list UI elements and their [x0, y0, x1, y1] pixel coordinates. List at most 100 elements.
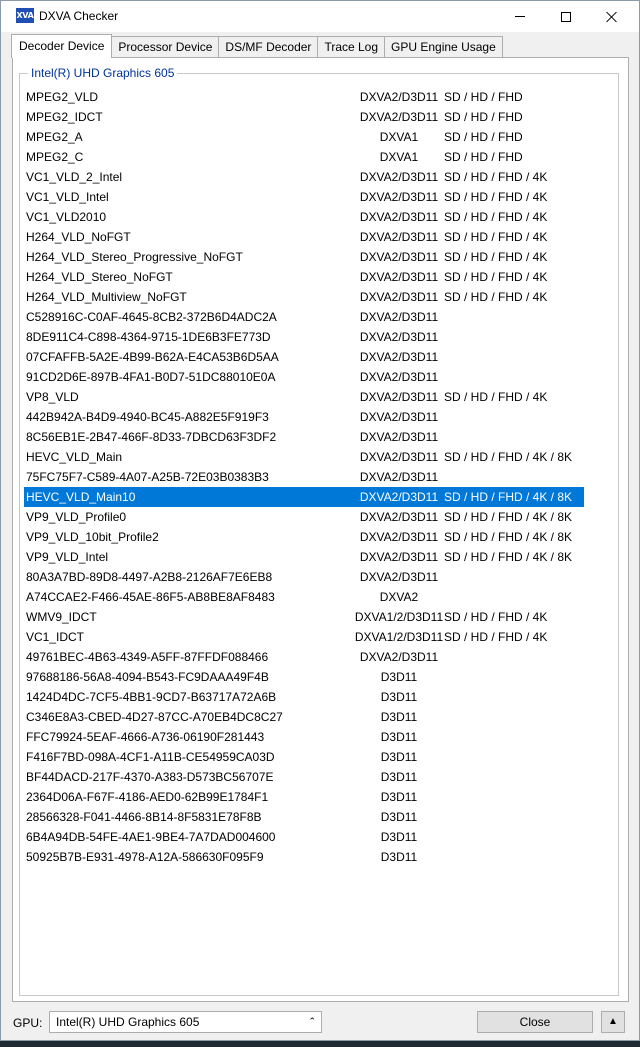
decoder-row[interactable]: 6B4A94DB-54FE-4AE1-9BE4-7A7DAD004600 D3D1… [24, 827, 584, 847]
decoder-row[interactable]: 91CD2D6E-897B-4FA1-B0D7-51DC88010E0A DXVA… [24, 367, 584, 387]
decoder-resolution: SD / HD / FHD / 4K [444, 170, 548, 184]
decoder-api: DXVA2/D3D11 [359, 510, 439, 524]
decoder-api: DXVA2/D3D11 [359, 210, 439, 224]
decoder-resolution: SD / HD / FHD [444, 110, 523, 124]
decoder-row[interactable]: F416F7BD-098A-4CF1-A11B-CE54959CA03D D3D1… [24, 747, 584, 767]
decoder-api: DXVA1 [379, 130, 419, 144]
decoder-api: DXVA2/D3D11 [359, 350, 439, 364]
decoder-name: 50925B7B-E931-4978-A12A-586630F095F9 [26, 850, 264, 864]
decoder-name: C346E8A3-CBED-4D27-87CC-A70EB4DC8C27 [26, 710, 283, 724]
chevron-up-icon: ⌃ [308, 1016, 316, 1026]
decoder-row[interactable]: H264_VLD_Stereo_NoFGT DXVA2/D3D11 SD / HD … [24, 267, 584, 287]
decoder-row[interactable]: VC1_VLD2010 DXVA2/D3D11 SD / HD / FHD / 4K [24, 207, 584, 227]
decoder-row[interactable]: MPEG2_IDCT DXVA2/D3D11 SD / HD / FHD [24, 107, 584, 127]
decoder-row[interactable]: MPEG2_C DXVA1 SD / HD / FHD [24, 147, 584, 167]
decoder-resolution: SD / HD / FHD / 4K / 8K [444, 550, 573, 564]
close-window-button[interactable] [589, 1, 635, 32]
decoder-resolution: SD / HD / FHD / 4K / 8K [444, 490, 573, 504]
decoder-row[interactable]: C528916C-C0AF-4645-8CB2-372B6D4ADC2A DXVA… [24, 307, 584, 327]
decoder-name: HEVC_VLD_Main10 [26, 490, 136, 504]
decoder-name: H264_VLD_Multiview_NoFGT [26, 290, 187, 304]
close-button[interactable]: Close [477, 1011, 593, 1033]
decoder-row[interactable]: 8DE911C4-C898-4364-9715-1DE6B3FE773D DXVA… [24, 327, 584, 347]
decoder-row[interactable]: MPEG2_VLD DXVA2/D3D11 SD / HD / FHD [24, 87, 584, 107]
decoder-resolution: SD / HD / FHD / 4K [444, 630, 548, 644]
decoder-resolution: SD / HD / FHD / 4K / 8K [444, 450, 573, 464]
decoder-row[interactable]: 50925B7B-E931-4978-A12A-586630F095F9 D3D1… [24, 847, 584, 867]
decoder-row[interactable]: 80A3A7BD-89D8-4497-A2B8-2126AF7E6EB8 DXVA… [24, 567, 584, 587]
decoder-resolution: SD / HD / FHD / 4K [444, 190, 548, 204]
tab-gpu-engine-usage[interactable]: GPU Engine Usage [384, 36, 503, 58]
decoder-api: D3D11 [380, 850, 418, 864]
decoder-list[interactable]: MPEG2_VLD DXVA2/D3D11 SD / HD / FHD MPEG2_I… [24, 87, 584, 867]
decoder-api: DXVA2/D3D11 [359, 90, 439, 104]
decoder-row[interactable]: H264_VLD_NoFGT DXVA2/D3D11 SD / HD / FHD /… [24, 227, 584, 247]
decoder-name: 2364D06A-F67F-4186-AED0-62B99E1784F1 [26, 790, 269, 804]
decoder-row[interactable]: VP9_VLD_Intel DXVA2/D3D11 SD / HD / FHD / … [24, 547, 584, 567]
decoder-row[interactable]: VC1_VLD_2_Intel DXVA2/D3D11 SD / HD / FHD … [24, 167, 584, 187]
decoder-name: VP9_VLD_Intel [26, 550, 109, 564]
decoder-row[interactable]: H264_VLD_Multiview_NoFGT DXVA2/D3D11 SD / … [24, 287, 584, 307]
maximize-button[interactable] [543, 1, 589, 32]
decoder-name: VC1_VLD_Intel [26, 190, 109, 204]
decoder-name: H264_VLD_NoFGT [26, 230, 131, 244]
decoder-api: DXVA2/D3D11 [359, 330, 439, 344]
decoder-api: DXVA2/D3D11 [359, 490, 439, 504]
dxva-app-icon: XVA [16, 8, 34, 23]
decoder-resolution: SD / HD / FHD / 4K [444, 610, 548, 624]
decoder-api: DXVA2/D3D11 [359, 250, 439, 264]
tab-processor-device[interactable]: Processor Device [111, 36, 220, 58]
decoder-api: D3D11 [380, 810, 418, 824]
decoder-name: 28566328-F041-4466-8B14-8F5831E78F8B [26, 810, 262, 824]
decoder-row[interactable]: VC1_VLD_Intel DXVA2/D3D11 SD / HD / FHD / … [24, 187, 584, 207]
decoder-name: MPEG2_C [26, 150, 84, 164]
decoder-api: D3D11 [380, 770, 418, 784]
decoder-api: DXVA2/D3D11 [359, 290, 439, 304]
decoder-row[interactable]: 75FC75F7-C589-4A07-A25B-72E03B0383B3 DXVA… [24, 467, 584, 487]
decoder-row[interactable]: FFC79924-5EAF-4666-A736-06190F281443 D3D1… [24, 727, 584, 747]
decoder-name: 6B4A94DB-54FE-4AE1-9BE4-7A7DAD004600 [26, 830, 276, 844]
decoder-row[interactable]: HEVC_VLD_Main DXVA2/D3D11 SD / HD / FHD / … [24, 447, 584, 467]
decoder-row[interactable]: 8C56EB1E-2B47-466F-8D33-7DBCD63F3DF2 DXVA… [24, 427, 584, 447]
tab-trace-log[interactable]: Trace Log [317, 36, 386, 58]
decoder-row[interactable]: 442B942A-B4D9-4940-BC45-A882E5F919F3 DXVA… [24, 407, 584, 427]
decoder-row[interactable]: H264_VLD_Stereo_Progressive_NoFGT DXVA2/D… [24, 247, 584, 267]
decoder-row[interactable]: 2364D06A-F67F-4186-AED0-62B99E1784F1 D3D1… [24, 787, 584, 807]
decoder-row[interactable]: 28566328-F041-4466-8B14-8F5831E78F8B D3D1… [24, 807, 584, 827]
decoder-row[interactable]: 1424D4DC-7CF5-4BB1-9CD7-B63717A72A6B D3D1… [24, 687, 584, 707]
decoder-row[interactable]: VC1_IDCT DXVA1/2/D3D11 SD / HD / FHD / 4K [24, 627, 584, 647]
close-icon [606, 11, 618, 23]
decoder-row[interactable]: BF44DACD-217F-4370-A383-D573BC56707E D3D1… [24, 767, 584, 787]
decoder-device-panel: Intel(R) UHD Graphics 605 MPEG2_VLD DXVA2… [12, 57, 629, 1002]
decoder-row[interactable]: 07CFAFFB-5A2E-4B99-B62A-E4CA53B6D5AA DXVA… [24, 347, 584, 367]
decoder-resolution: SD / HD / FHD / 4K [444, 210, 548, 224]
decoder-row[interactable]: VP9_VLD_Profile0 DXVA2/D3D11 SD / HD / FHD… [24, 507, 584, 527]
scroll-up-button[interactable]: ▲ [601, 1011, 625, 1033]
decoder-row[interactable]: MPEG2_A DXVA1 SD / HD / FHD [24, 127, 584, 147]
decoder-row[interactable]: 49761BEC-4B63-4349-A5FF-87FFDF088466 DXVA… [24, 647, 584, 667]
decoder-row[interactable]: VP8_VLD DXVA2/D3D11 SD / HD / FHD / 4K [24, 387, 584, 407]
decoder-resolution: SD / HD / FHD / 4K [444, 270, 548, 284]
decoder-api: DXVA2/D3D11 [359, 370, 439, 384]
decoder-api: DXVA2/D3D11 [359, 170, 439, 184]
decoder-api: DXVA2/D3D11 [359, 530, 439, 544]
decoder-api: DXVA2/D3D11 [359, 450, 439, 464]
decoder-row[interactable]: A74CCAE2-F466-45AE-86F5-AB8BE8AF8483 DXVA… [24, 587, 584, 607]
decoder-api: D3D11 [380, 790, 418, 804]
gpu-select[interactable]: Intel(R) UHD Graphics 605 ⌃ [49, 1011, 322, 1033]
decoder-row[interactable]: 97688186-56A8-4094-B543-FC9DAAA49F4B D3D1… [24, 667, 584, 687]
decoder-api: D3D11 [380, 670, 418, 684]
title-bar[interactable]: XVA DXVA Checker [1, 1, 639, 32]
decoder-api: DXVA1 [379, 150, 419, 164]
decoder-row[interactable]: HEVC_VLD_Main10 DXVA2/D3D11 SD / HD / FHD … [24, 487, 584, 507]
decoder-row[interactable]: C346E8A3-CBED-4D27-87CC-A70EB4DC8C27 D3D1… [24, 707, 584, 727]
decoder-row[interactable]: WMV9_IDCT DXVA1/2/D3D11 SD / HD / FHD / 4K [24, 607, 584, 627]
decoder-api: DXVA2 [379, 590, 419, 604]
tab-ds-mf-decoder[interactable]: DS/MF Decoder [218, 36, 319, 58]
decoder-resolution: SD / HD / FHD / 4K [444, 290, 548, 304]
decoder-name: 97688186-56A8-4094-B543-FC9DAAA49F4B [26, 670, 269, 684]
decoder-row[interactable]: VP9_VLD_10bit_Profile2 DXVA2/D3D11 SD / HD… [24, 527, 584, 547]
minimize-button[interactable] [497, 1, 543, 32]
tab-decoder-device[interactable]: Decoder Device [11, 34, 113, 58]
group-label: Intel(R) UHD Graphics 605 [28, 66, 178, 80]
